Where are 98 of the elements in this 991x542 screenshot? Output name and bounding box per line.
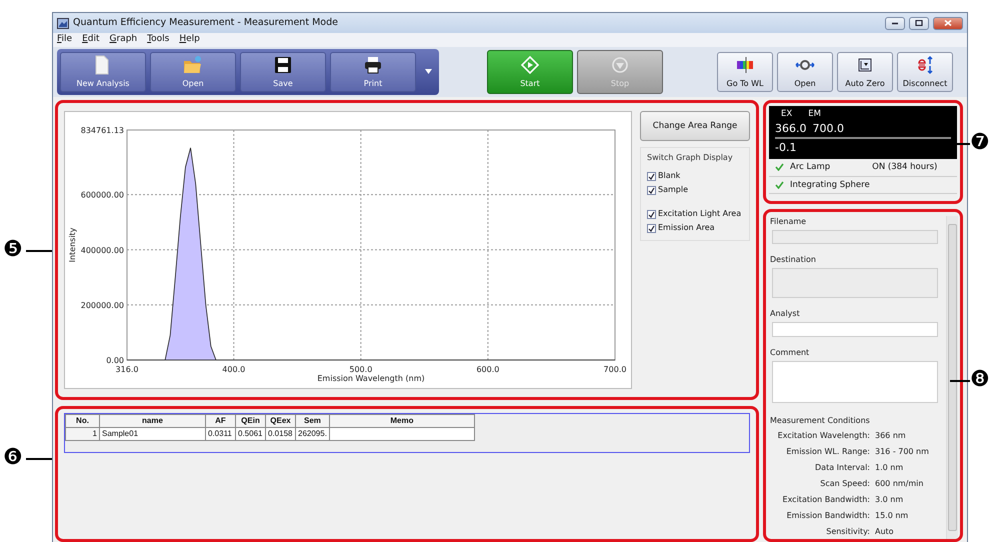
checkbox-label: Emission Area — [658, 222, 715, 234]
column-header: QEin — [236, 414, 266, 428]
condition-label: Data Interval: — [814, 462, 870, 474]
toolbar-button[interactable]: New Analysis — [60, 52, 146, 92]
column-header: No. — [66, 414, 100, 428]
field-label: Filename — [770, 216, 808, 228]
scrollbar-thumb[interactable] — [948, 224, 957, 531]
x-axis-title: Emission Wavelength (nm) — [317, 374, 425, 383]
column-header: name — [100, 414, 206, 428]
callout-number: ❼ — [970, 132, 990, 154]
column-header: Sem — [296, 414, 330, 428]
table-cell: 1 — [66, 428, 100, 440]
column-header: Memo — [329, 414, 474, 428]
menu-item[interactable]: Graph — [110, 33, 138, 47]
column-header: QEex — [266, 414, 296, 428]
menu-item[interactable]: File — [57, 33, 72, 47]
spectrum-icon — [735, 54, 755, 74]
change-area-range-button[interactable]: Change Area Range — [640, 111, 750, 141]
folder-icon — [183, 54, 203, 74]
x-tick-label: 700.0 — [604, 365, 626, 374]
printer-icon — [363, 54, 383, 74]
toolbar-button[interactable]: Open — [150, 52, 236, 92]
minimize-icon — [891, 22, 899, 24]
condition-label: Emission Bandwidth: — [786, 510, 870, 522]
ex-value: 366.0 — [775, 120, 806, 137]
field-label: Destination — [770, 254, 817, 266]
field-label: Comment — [770, 346, 810, 359]
callout-number: ❽ — [970, 369, 990, 391]
condition-value: 366 nm — [875, 430, 906, 442]
app-icon — [57, 18, 69, 28]
maximize-button[interactable] — [909, 16, 929, 30]
save-icon — [273, 54, 293, 74]
checkbox[interactable] — [647, 224, 656, 232]
y-tick-label: 200000.00 — [80, 300, 124, 310]
toolbar-button[interactable]: Disconnect — [897, 52, 953, 92]
toolbar-button[interactable]: Go To WL — [717, 52, 773, 92]
x-tick-label: 500.0 — [349, 365, 372, 374]
close-icon — [944, 20, 952, 26]
table-cell: 262095. — [296, 428, 330, 440]
condition-label: Excitation Wavelength: — [776, 430, 870, 442]
callout-number: ❻ — [3, 447, 23, 469]
condition-label: Scan Speed: — [819, 478, 870, 490]
status-value: ON (384 hours) — [872, 160, 938, 174]
column-header: AF — [206, 414, 236, 428]
minimize-button[interactable] — [885, 16, 905, 30]
y-tick-label: 400000.00 — [80, 246, 124, 255]
checkbox[interactable] — [647, 172, 656, 180]
condition-value: 15.0 nm — [875, 510, 908, 522]
status-label: Arc Lamp — [790, 160, 830, 174]
leader-line — [26, 250, 52, 252]
em-value: 700.0 — [812, 120, 844, 137]
status-label: Integrating Sphere — [790, 178, 870, 192]
x-tick-label: 400.0 — [222, 365, 246, 374]
reading-value: -0.1 — [775, 140, 798, 156]
input-field[interactable] — [772, 322, 938, 337]
y-tick-label: 600000.00 — [80, 190, 124, 200]
x-tick-label: 316.0 — [116, 365, 138, 374]
toolbar-button[interactable]: Print — [330, 52, 416, 92]
run-button[interactable]: Start — [487, 50, 573, 94]
checkbox-label: Blank — [658, 170, 680, 182]
condition-value: 3.0 nm — [875, 494, 904, 506]
toolbar-button[interactable]: Auto Zero — [837, 52, 893, 92]
leader-line — [26, 458, 52, 460]
stop-icon — [610, 54, 630, 74]
x-tick-label: 600.0 — [476, 365, 500, 374]
table-cell: Sample01 — [100, 428, 206, 440]
em-label: EM — [808, 108, 821, 121]
scrollbar[interactable] — [946, 216, 958, 539]
checkbox-label: Sample — [658, 184, 688, 196]
field-label: Analyst — [770, 308, 801, 320]
condition-label: Emission WL. Range: — [785, 446, 870, 458]
y-tick-label: 0.00 — [106, 356, 124, 365]
y-axis-title: Intensity — [68, 228, 77, 262]
condition-value: 316 - 700 nm — [875, 446, 929, 458]
section-title: Measurement Conditions — [770, 414, 871, 427]
maximize-icon — [915, 20, 923, 26]
checkbox[interactable] — [647, 186, 656, 194]
condition-label: Excitation Bandwidth: — [782, 494, 870, 506]
checkbox-label: Excitation Light Area — [658, 208, 742, 220]
y-tick-label: 834761.13 — [80, 126, 124, 135]
callout-number: ❺ — [3, 239, 23, 261]
condition-value: 1.0 nm — [875, 462, 904, 474]
close-button[interactable] — [933, 16, 963, 30]
start-icon — [520, 54, 540, 74]
caret-icon — [424, 69, 432, 74]
window-title: Quantum Efficiency Measurement - Measurement Mode — [73, 16, 338, 30]
menu-item[interactable]: Tools — [147, 33, 170, 47]
menu-item[interactable]: Help — [179, 33, 200, 47]
toolbar-button[interactable]: Save — [240, 52, 326, 92]
ex-label: EX — [781, 108, 792, 121]
condition-value: 600 nm/min — [875, 478, 924, 490]
condition-value: Auto — [875, 526, 894, 538]
condition-label: Sensitivity: — [825, 526, 870, 538]
leader-line — [950, 380, 970, 382]
checkbox[interactable] — [647, 210, 656, 218]
toolbar-button[interactable]: Open — [777, 52, 833, 92]
group-title: Switch Graph Display — [647, 152, 734, 164]
menu-item[interactable]: Edit — [82, 33, 100, 47]
